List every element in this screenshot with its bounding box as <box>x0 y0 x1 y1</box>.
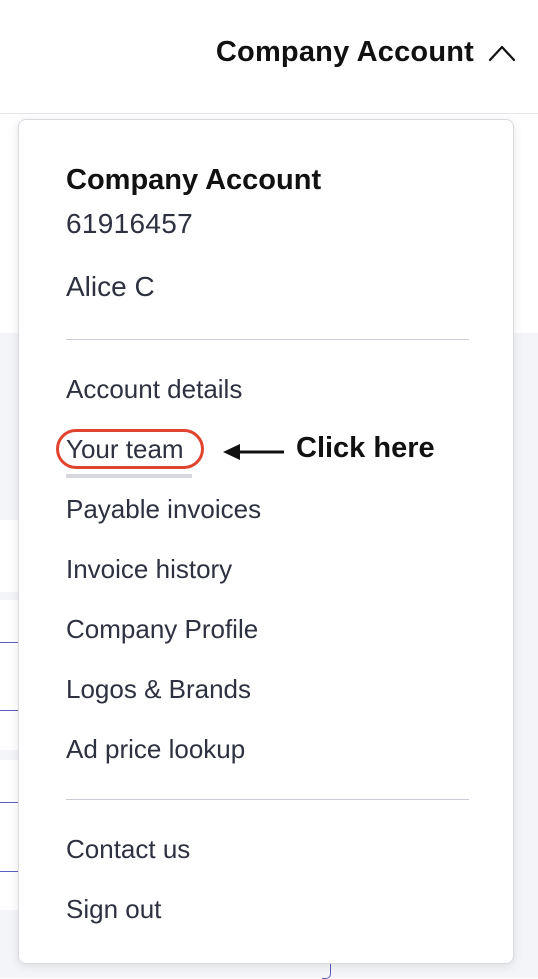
hover-underline <box>66 474 192 478</box>
background-line <box>0 802 18 803</box>
menu-item-sign-out[interactable]: Sign out <box>66 894 161 925</box>
background-line <box>0 710 18 711</box>
background-line <box>0 871 18 872</box>
divider <box>66 339 469 340</box>
account-number: 61916457 <box>66 208 193 239</box>
menu-item-contact-us[interactable]: Contact us <box>66 834 190 865</box>
account-menu-label: Company Account <box>215 36 474 68</box>
menu-item-invoice-history[interactable]: Invoice history <box>66 554 232 585</box>
menu-item-ad-price-lookup[interactable]: Ad price lookup <box>66 734 245 765</box>
top-bar: Company Account <box>0 0 538 114</box>
arrow-left-icon <box>223 444 284 460</box>
dropdown-title: Company Account <box>66 164 322 196</box>
annotation-text: Click here <box>296 432 435 464</box>
chevron-up-icon <box>488 45 516 61</box>
background-line <box>0 642 18 643</box>
menu-item-company-profile[interactable]: Company Profile <box>66 614 258 645</box>
divider <box>66 799 469 800</box>
account-menu-toggle[interactable]: Company Account <box>216 36 516 69</box>
menu-item-logos-brands[interactable]: Logos & Brands <box>66 674 251 705</box>
user-name: Alice C <box>66 271 155 302</box>
background-bracket <box>322 962 331 979</box>
highlight-circle <box>56 429 204 469</box>
account-dropdown: Company Account 61916457 Alice C Account… <box>18 119 514 964</box>
menu-item-account-details[interactable]: Account details <box>66 374 242 405</box>
menu-item-payable-invoices[interactable]: Payable invoices <box>66 494 261 525</box>
